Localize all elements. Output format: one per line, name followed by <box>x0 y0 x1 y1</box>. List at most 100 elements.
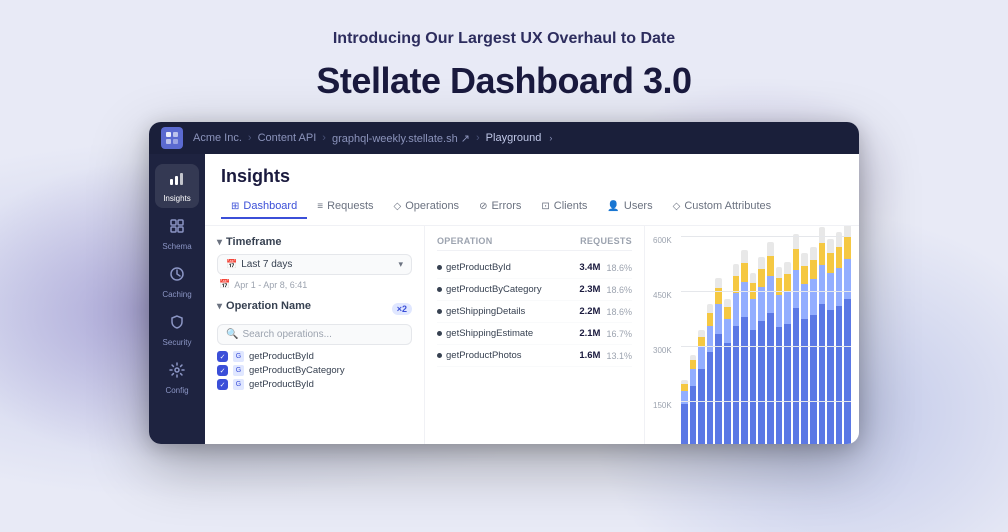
bar-group <box>707 304 714 444</box>
tab-dashboard[interactable]: ⊞ Dashboard <box>221 195 307 219</box>
timeframe-arrow: ▾ <box>217 237 222 248</box>
table-row[interactable]: getProductById 3.4M 18.6% <box>437 257 632 279</box>
row-count: 2.1M <box>579 328 600 339</box>
row-dot <box>437 309 442 314</box>
tab-clients[interactable]: ⊡ Clients <box>531 195 597 219</box>
y-label-450k: 450K <box>653 291 672 300</box>
op-type-icon-3: G <box>233 379 244 390</box>
insights-icon <box>169 170 185 191</box>
table-row[interactable]: getProductPhotos 1.6M 13.1% <box>437 345 632 367</box>
users-tab-icon: 👤 <box>607 201 619 212</box>
row-name: getProductPhotos <box>437 350 522 361</box>
row-pct: 13.1% <box>606 351 632 361</box>
breadcrumb-sep-1: › <box>248 132 252 144</box>
sidebar-item-config[interactable]: Config <box>155 356 199 400</box>
operation-list: ✓ G getProductById ✓ G getProductByCateg… <box>217 351 412 390</box>
search-icon: 🔍 <box>226 329 238 340</box>
inner-content: ▾ Timeframe 📅 Last 7 days ▾ 📅 Apr 1 - Ap… <box>205 226 859 444</box>
row-pct: 18.6% <box>606 263 632 273</box>
op-checkbox-2[interactable]: ✓ <box>217 365 228 376</box>
op-type-icon-2: G <box>233 365 244 376</box>
row-dot <box>437 265 442 270</box>
row-name: getProductById <box>437 262 511 273</box>
operation-arrow: ▾ <box>217 301 222 312</box>
list-item[interactable]: ✓ G getProductById <box>217 351 412 362</box>
sidebar-item-schema[interactable]: Schema <box>155 212 199 256</box>
row-pct: 18.6% <box>606 307 632 317</box>
bar-group <box>724 299 731 444</box>
row-name: getProductByCategory <box>437 284 542 295</box>
clients-tab-label: Clients <box>554 200 588 212</box>
main-layout: Insights Schema <box>149 154 859 444</box>
breadcrumb-playground[interactable]: Playground <box>486 132 542 144</box>
row-name: getShippingEstimate <box>437 328 533 339</box>
operation-header: ▾ Operation Name ×2 <box>217 300 412 318</box>
timeframe-label: Timeframe <box>226 236 281 248</box>
timeframe-dropdown[interactable]: 📅 Last 7 days ▾ <box>217 254 412 275</box>
dashboard-tab-icon: ⊞ <box>231 201 239 212</box>
bar-group <box>776 267 783 444</box>
row-stats: 2.1M 16.7% <box>579 328 632 339</box>
bar-group <box>801 253 808 444</box>
breadcrumb-graphql[interactable]: graphql-weekly.stellate.sh ↗ <box>332 132 470 145</box>
col-operation: Operation <box>437 236 493 246</box>
sidebar-item-security[interactable]: Security <box>155 308 199 352</box>
y-label-150k: 150K <box>653 401 672 410</box>
tab-users[interactable]: 👤 Users <box>597 195 662 219</box>
caching-icon <box>169 266 185 287</box>
list-item[interactable]: ✓ G getProductById <box>217 379 412 390</box>
row-pct: 18.6% <box>606 285 632 295</box>
timeframe-section-title: ▾ Timeframe <box>217 236 412 248</box>
op-checkbox-3[interactable]: ✓ <box>217 379 228 390</box>
op-checkbox-1[interactable]: ✓ <box>217 351 228 362</box>
tab-requests[interactable]: ≡ Requests <box>307 195 383 219</box>
search-box[interactable]: 🔍 Search operations... <box>217 324 412 345</box>
col-requests: Requests <box>580 236 632 246</box>
errors-tab-icon: ⊘ <box>479 201 487 212</box>
page-header: Insights ⊞ Dashboard ≡ Requests ◇ Operat <box>205 154 859 226</box>
op-name-1: getProductById <box>249 351 314 362</box>
row-stats: 2.2M 18.6% <box>579 306 632 317</box>
table-row[interactable]: getShippingDetails 2.2M 18.6% <box>437 301 632 323</box>
table-row[interactable]: getProductByCategory 2.3M 18.6% <box>437 279 632 301</box>
date-range-value: Apr 1 - Apr 8, 6:41 <box>234 280 307 290</box>
cal-icon-small: 📅 <box>219 279 230 290</box>
errors-tab-label: Errors <box>491 200 521 212</box>
hero-subtitle: Introducing Our Largest UX Overhaul to D… <box>333 28 675 50</box>
row-dot <box>437 287 442 292</box>
breadcrumb-sep-2: › <box>322 132 326 144</box>
timeframe-value: Last 7 days <box>241 259 292 270</box>
date-range: 📅 Apr 1 - Apr 8, 6:41 <box>217 279 412 290</box>
sidebar: Insights Schema <box>149 154 205 444</box>
dashboard-tab-label: Dashboard <box>243 200 297 212</box>
breadcrumb-sep-3: › <box>476 132 480 144</box>
schema-icon <box>169 218 185 239</box>
sidebar-item-caching[interactable]: Caching <box>155 260 199 304</box>
chevron-down-icon: ▾ <box>398 259 403 270</box>
bar-group <box>836 232 843 444</box>
security-icon <box>169 314 185 335</box>
table-rows: getProductById 3.4M 18.6% getProductByCa… <box>437 257 632 367</box>
bar-group <box>767 242 774 444</box>
breadcrumb: Acme Inc. › Content API › graphql-weekly… <box>193 132 552 145</box>
operations-tab-icon: ◇ <box>394 201 402 212</box>
row-count: 1.6M <box>579 350 600 361</box>
requests-tab-label: Requests <box>327 200 373 212</box>
tab-custom-attributes[interactable]: ◇ Custom Attributes <box>663 195 782 219</box>
chart-bars <box>681 236 851 444</box>
tab-bar: ⊞ Dashboard ≡ Requests ◇ Operations ⊘ <box>221 195 843 219</box>
y-label-300k: 300K <box>653 346 672 355</box>
tab-errors[interactable]: ⊘ Errors <box>469 195 531 219</box>
bar-group <box>750 273 757 444</box>
list-item[interactable]: ✓ G getProductByCategory <box>217 365 412 376</box>
row-count: 2.2M <box>579 306 600 317</box>
breadcrumb-acme[interactable]: Acme Inc. <box>193 132 242 144</box>
users-tab-label: Users <box>624 200 653 212</box>
bar-group <box>715 278 722 444</box>
breadcrumb-content-api[interactable]: Content API <box>258 132 317 144</box>
bar-group <box>698 330 705 444</box>
logo-icon <box>165 131 179 145</box>
table-row[interactable]: getShippingEstimate 2.1M 16.7% <box>437 323 632 345</box>
tab-operations[interactable]: ◇ Operations <box>384 195 470 219</box>
sidebar-item-insights[interactable]: Insights <box>155 164 199 208</box>
